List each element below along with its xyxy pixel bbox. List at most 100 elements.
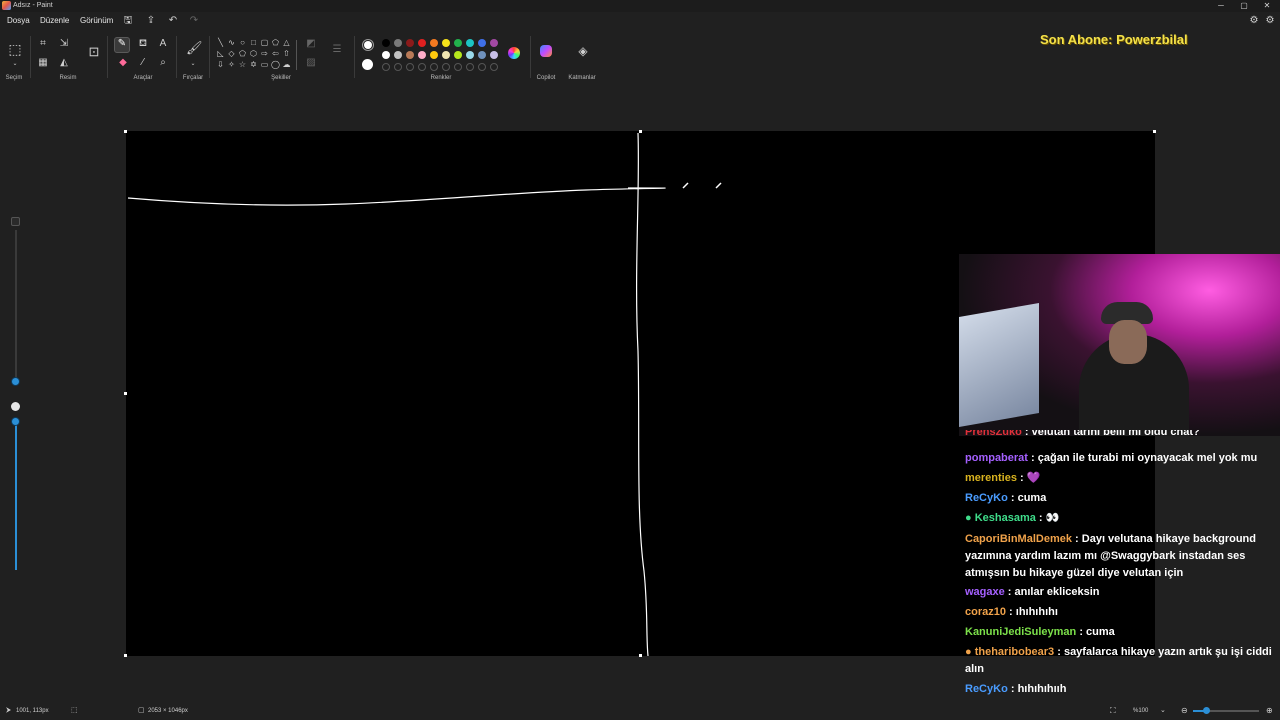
color-swatch[interactable] (394, 51, 402, 59)
minimize-button[interactable]: ─ (1210, 0, 1232, 12)
color-swatch[interactable] (490, 51, 498, 59)
chat-username[interactable]: theharibobear3 (975, 646, 1054, 658)
share-icon[interactable]: ⇪ (144, 14, 158, 28)
empty-color-slot[interactable] (430, 63, 438, 71)
maximize-button[interactable]: ▢ (1233, 0, 1255, 12)
six-point-star-shape-icon[interactable]: ✡ (248, 59, 259, 70)
cloud-callout-shape-icon[interactable]: ☁ (281, 59, 292, 70)
resize-handle[interactable] (639, 654, 642, 657)
eraser-icon[interactable]: ◆ (116, 57, 130, 71)
arrow-right-shape-icon[interactable]: ⇨ (259, 48, 270, 59)
brush-icon[interactable]: 🖌 (186, 41, 203, 56)
color-swatch[interactable] (466, 39, 474, 47)
pencil-icon[interactable]: ✎ (114, 37, 130, 53)
primary-color[interactable] (362, 39, 374, 51)
chat-username[interactable]: wagaxe (965, 586, 1005, 598)
empty-color-slot[interactable] (442, 63, 450, 71)
resize-handle[interactable] (124, 130, 127, 133)
resize-handle[interactable] (124, 392, 127, 395)
chat-username[interactable]: Keshasama (975, 512, 1036, 524)
oval-callout-shape-icon[interactable]: ◯ (270, 59, 281, 70)
text-icon[interactable]: A (156, 38, 170, 52)
empty-color-slot[interactable] (490, 63, 498, 71)
chat-username[interactable]: CaporiBinMalDemek (965, 533, 1072, 545)
diamond-shape-icon[interactable]: ◇ (226, 48, 237, 59)
rectangle-shape-icon[interactable]: □ (248, 37, 259, 48)
copilot-icon[interactable] (540, 45, 552, 57)
resize-handle[interactable] (124, 654, 127, 657)
empty-color-slot[interactable] (406, 63, 414, 71)
opacity-slider[interactable] (15, 418, 17, 570)
chat-username[interactable]: ReCyKo (965, 492, 1008, 504)
rotate-icon[interactable]: ◭ (57, 57, 71, 71)
undo-icon[interactable]: ↶ (166, 14, 180, 28)
oval-shape-icon[interactable]: ○ (237, 37, 248, 48)
settings-icon[interactable]: ⚙ (1263, 14, 1277, 28)
color-swatch[interactable] (454, 39, 462, 47)
zoom-slider-handle[interactable] (1203, 707, 1210, 714)
color-swatch[interactable] (430, 39, 438, 47)
rounded-rectangle-shape-icon[interactable]: ▢ (259, 37, 270, 48)
hexagon-shape-icon[interactable]: ⬡ (248, 48, 259, 59)
color-swatch[interactable] (466, 51, 474, 59)
redo-icon[interactable]: ↷ (187, 14, 201, 28)
outline-icon[interactable]: ◩ (304, 38, 318, 52)
chevron-down-icon[interactable]: ⌄ (1160, 702, 1166, 720)
arrow-left-shape-icon[interactable]: ⇦ (270, 48, 281, 59)
menu-file[interactable]: Dosya (7, 14, 30, 28)
crop-icon[interactable]: ⌗ (36, 38, 50, 52)
color-swatch[interactable] (442, 51, 450, 59)
selection-icon[interactable]: ⬚ (7, 42, 23, 59)
empty-color-slot[interactable] (394, 63, 402, 71)
color-picker-icon[interactable]: ⁄ (136, 57, 150, 71)
color-swatch[interactable] (442, 39, 450, 47)
callout-shape-icon[interactable]: ▭ (259, 59, 270, 70)
empty-color-slot[interactable] (382, 63, 390, 71)
arrow-up-shape-icon[interactable]: ⇧ (281, 48, 292, 59)
color-swatch[interactable] (490, 39, 498, 47)
curve-shape-icon[interactable]: ∿ (226, 37, 237, 48)
color-swatch[interactable] (478, 39, 486, 47)
color-swatch[interactable] (382, 51, 390, 59)
close-button[interactable]: ✕ (1256, 0, 1278, 12)
empty-color-slot[interactable] (454, 63, 462, 71)
color-swatch[interactable] (478, 51, 486, 59)
empty-color-slot[interactable] (418, 63, 426, 71)
zoom-level[interactable]: %100 (1133, 702, 1148, 720)
magnifier-icon[interactable]: ⌕ (156, 57, 170, 71)
chevron-down-icon[interactable]: ⌄ (8, 58, 22, 72)
polygon-shape-icon[interactable]: ⬠ (270, 37, 281, 48)
zoom-in-icon[interactable]: ⊕ (1266, 702, 1273, 720)
color-swatch[interactable] (382, 39, 390, 47)
shapes-gallery[interactable]: ╲ ∿ ○ □ ▢ ⬠ △ ◺ ◇ ⬠ ⬡ ⇨ ⇦ ⇧ ⇩ ✧ ☆ ✡ ▭ ◯ … (215, 37, 295, 71)
arrow-down-shape-icon[interactable]: ⇩ (215, 59, 226, 70)
size-slider[interactable] (15, 230, 17, 382)
triangle-shape-icon[interactable]: △ (281, 37, 292, 48)
chat-username[interactable]: pompaberat (965, 452, 1028, 464)
image-edit-icon[interactable]: ⊡ (87, 45, 101, 60)
right-triangle-shape-icon[interactable]: ◺ (215, 48, 226, 59)
secondary-color[interactable] (362, 59, 373, 70)
opacity-slider-handle[interactable] (11, 417, 20, 426)
color-palette[interactable] (382, 39, 502, 73)
pentagon-shape-icon[interactable]: ⬠ (237, 48, 248, 59)
color-swatch[interactable] (406, 39, 414, 47)
layers-icon[interactable]: ◈ (576, 45, 590, 59)
menu-view[interactable]: Görünüm (80, 14, 113, 28)
resize-handle[interactable] (1153, 130, 1156, 133)
zoom-out-icon[interactable]: ⊖ (1181, 702, 1188, 720)
fill-icon[interactable]: ▨ (304, 57, 318, 71)
paint-settings-icon[interactable]: ⚙ (1247, 14, 1261, 28)
color-swatch[interactable] (406, 51, 414, 59)
chat-username[interactable]: KanuniJediSuleyman (965, 626, 1076, 638)
resize-handle[interactable] (639, 130, 642, 133)
save-icon[interactable]: 🖫 (121, 14, 135, 28)
remove-background-icon[interactable]: ▦ (36, 57, 50, 71)
empty-color-slot[interactable] (466, 63, 474, 71)
chat-username[interactable]: coraz10 (965, 606, 1006, 618)
fill-bucket-icon[interactable]: ⛾ (136, 38, 150, 52)
line-shape-icon[interactable]: ╲ (215, 37, 226, 48)
color-swatch[interactable] (454, 51, 462, 59)
five-point-star-shape-icon[interactable]: ☆ (237, 59, 248, 70)
chat-username[interactable]: ReCyKo (965, 683, 1008, 695)
